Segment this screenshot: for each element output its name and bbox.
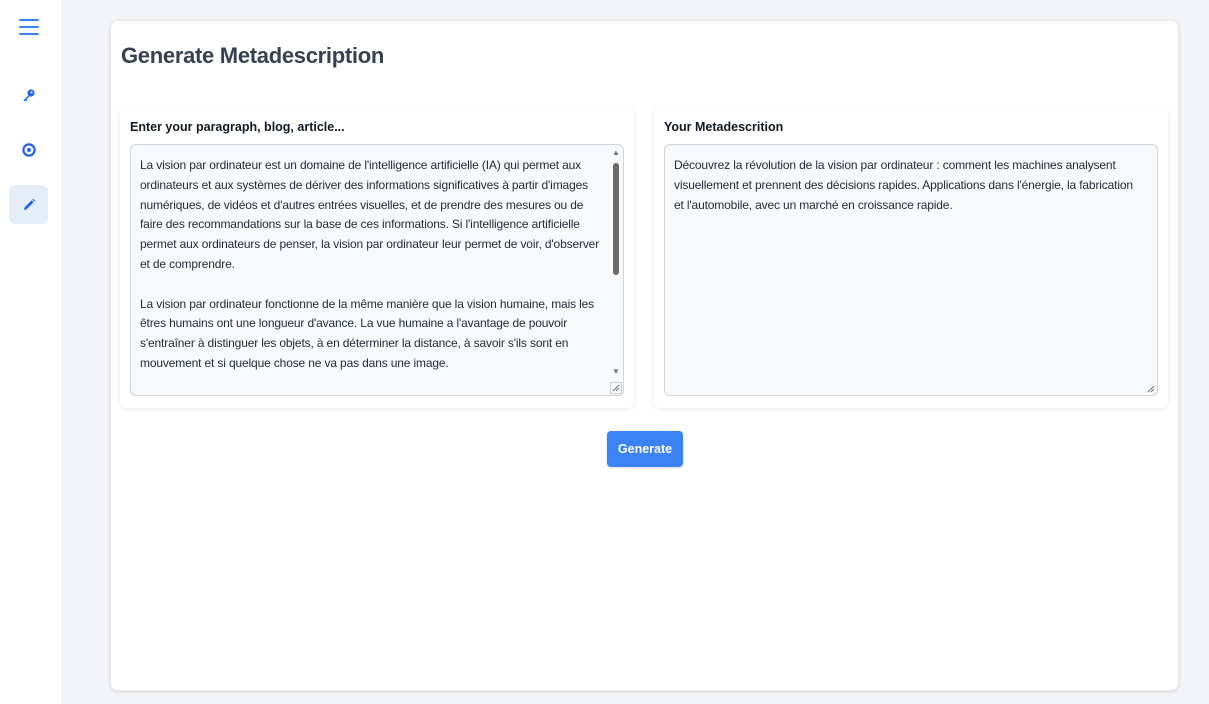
menu-button[interactable]: [9, 7, 48, 46]
sidebar: [0, 0, 61, 704]
input-label: Enter your paragraph, blog, article...: [130, 120, 345, 134]
generate-button[interactable]: Generate: [607, 431, 683, 467]
sidebar-item-key[interactable]: [9, 75, 48, 114]
input-scrollbar[interactable]: ▲ ▼: [609, 145, 623, 395]
input-textarea[interactable]: La vision par ordinateur est un domaine …: [130, 144, 624, 396]
input-panel: Enter your paragraph, blog, article... L…: [120, 107, 634, 408]
output-textarea[interactable]: Découvrez la révolution de la vision par…: [664, 144, 1158, 396]
page-title: Generate Metadescription: [121, 43, 384, 68]
resize-grip-icon[interactable]: [1144, 382, 1156, 394]
scroll-up-arrow-icon[interactable]: ▲: [611, 148, 621, 158]
pencil-icon: [22, 198, 36, 212]
output-panel: Your Metadescrition Découvrez la révolut…: [654, 107, 1168, 408]
scroll-thumb[interactable]: [613, 163, 619, 275]
output-text: Découvrez la révolution de la vision par…: [674, 158, 1133, 212]
main-card: Generate Metadescription Enter your para…: [110, 20, 1179, 691]
scroll-down-arrow-icon[interactable]: ▼: [611, 367, 621, 377]
target-icon: [21, 142, 36, 157]
key-icon: [22, 88, 36, 102]
menu-icon: [18, 18, 40, 36]
sidebar-item-pencil[interactable]: [9, 185, 48, 224]
resize-grip-icon[interactable]: [610, 382, 622, 394]
sidebar-item-target[interactable]: [9, 130, 48, 169]
output-label: Your Metadescrition: [664, 120, 784, 134]
input-text: La vision par ordinateur est un domaine …: [140, 158, 600, 370]
